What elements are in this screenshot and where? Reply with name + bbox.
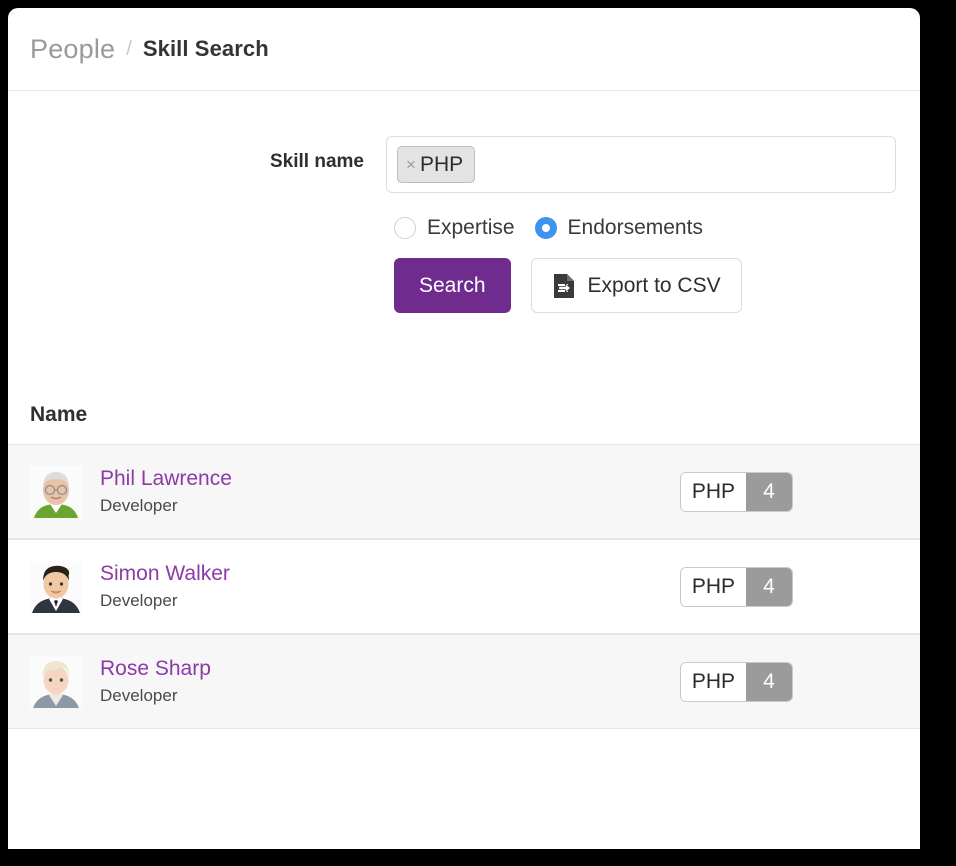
skill-badge-count: 4 bbox=[746, 662, 792, 701]
skill-name-field-row: Skill name × PHP bbox=[8, 136, 920, 193]
skill-badge: PHP 4 bbox=[679, 471, 793, 512]
search-mode-radio-group: Expertise Endorsements bbox=[8, 216, 920, 240]
close-icon[interactable]: × bbox=[406, 156, 416, 173]
table-row[interactable]: Phil Lawrence Developer PHP 4 bbox=[8, 444, 920, 539]
skill-tag-label: PHP bbox=[419, 152, 464, 176]
radio-option-endorsements[interactable]: Endorsements bbox=[534, 216, 703, 240]
avatar bbox=[30, 560, 82, 613]
skill-name-input[interactable]: × PHP bbox=[386, 136, 896, 193]
person-info: Phil Lawrence Developer bbox=[100, 466, 680, 518]
app-window: People / Skill Search Skill name × PHP E… bbox=[8, 8, 920, 849]
radio-option-expertise[interactable]: Expertise bbox=[394, 216, 515, 240]
skill-search-form: Skill name × PHP Expertise Endorsements … bbox=[8, 91, 920, 313]
skill-badge-label: PHP bbox=[680, 567, 746, 606]
person-role: Developer bbox=[100, 590, 178, 610]
skill-badge-count: 4 bbox=[746, 567, 792, 606]
export-csv-button[interactable]: Export to CSV bbox=[530, 258, 742, 313]
table-row[interactable]: Simon Walker Developer PHP 4 bbox=[8, 539, 920, 634]
export-csv-icon bbox=[552, 273, 576, 299]
search-button[interactable]: Search bbox=[394, 258, 511, 313]
person-info: Simon Walker Developer bbox=[100, 561, 680, 613]
person-name-link[interactable]: Rose Sharp bbox=[100, 656, 680, 682]
radio-icon-endorsements[interactable] bbox=[534, 217, 557, 239]
breadcrumb-separator: / bbox=[126, 37, 132, 60]
radio-icon-expertise[interactable] bbox=[394, 217, 416, 239]
person-role: Developer bbox=[100, 495, 178, 515]
page-title: Skill Search bbox=[142, 36, 269, 61]
form-actions: Search Export to CSV bbox=[8, 258, 920, 313]
avatar bbox=[30, 655, 82, 708]
column-header-name: Name bbox=[30, 403, 88, 426]
avatar bbox=[30, 465, 82, 518]
breadcrumb-people-link[interactable]: People bbox=[30, 34, 115, 65]
person-info: Rose Sharp Developer bbox=[100, 656, 680, 708]
results-table: Name Phil Lawrence Developer PHP 4 Simon… bbox=[8, 403, 920, 729]
skill-badge-label: PHP bbox=[680, 662, 746, 701]
radio-label-expertise: Expertise bbox=[427, 216, 515, 239]
skill-badge: PHP 4 bbox=[679, 566, 793, 607]
export-csv-label: Export to CSV bbox=[587, 273, 721, 297]
breadcrumb: People / Skill Search bbox=[8, 8, 920, 91]
table-row[interactable]: Rose Sharp Developer PHP 4 bbox=[8, 634, 920, 729]
person-role: Developer bbox=[100, 685, 178, 705]
skill-name-label: Skill name bbox=[270, 151, 364, 172]
skill-badge-label: PHP bbox=[680, 472, 746, 511]
skill-tag-php[interactable]: × PHP bbox=[397, 146, 476, 183]
person-name-link[interactable]: Simon Walker bbox=[100, 561, 680, 587]
skill-badge: PHP 4 bbox=[679, 661, 793, 702]
radio-label-endorsements: Endorsements bbox=[567, 216, 703, 239]
person-name-link[interactable]: Phil Lawrence bbox=[100, 466, 680, 492]
skill-badge-count: 4 bbox=[746, 472, 792, 511]
